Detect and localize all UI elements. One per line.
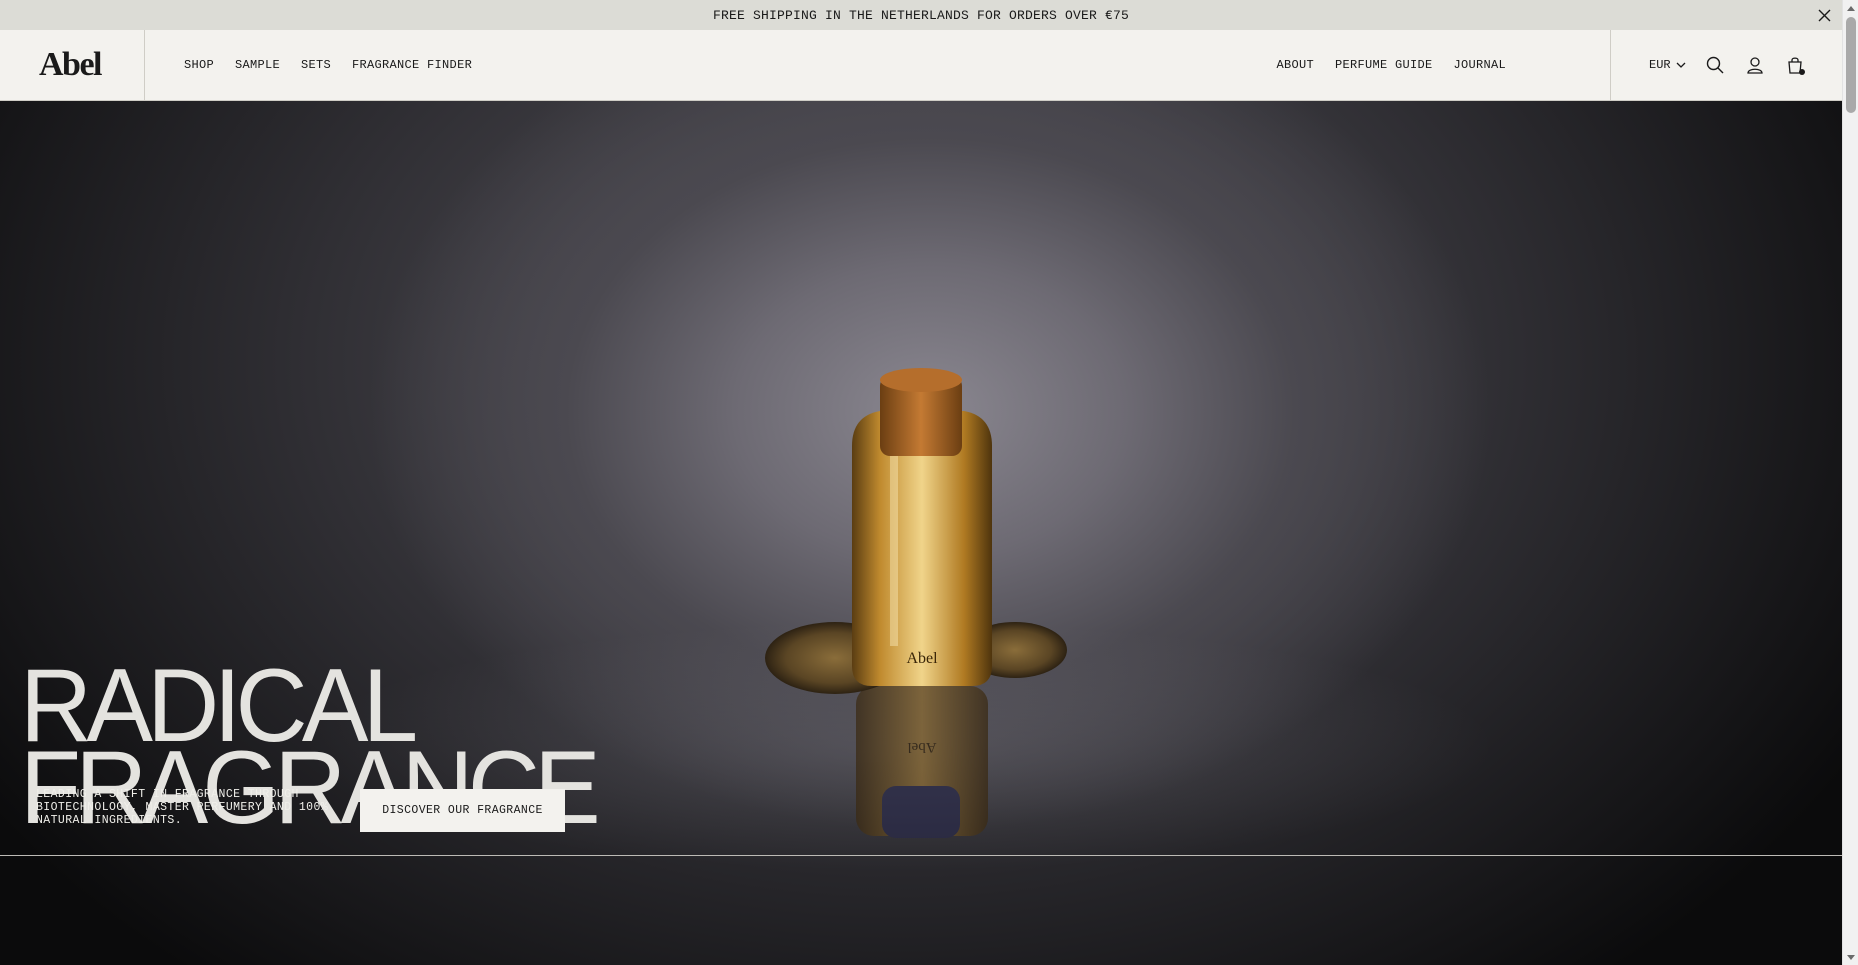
scroll-up-arrow-icon [1847,5,1855,11]
primary-nav: SHOP SAMPLE SETS FRAGRANCE FINDER [184,58,472,72]
nav-shop[interactable]: SHOP [184,58,214,72]
hero-divider [0,855,1842,856]
currency-label: EUR [1649,58,1671,72]
scroll-down-button[interactable] [1843,949,1858,965]
hero-section: Abel Abel RADICAL FRAGRANCE [0,101,1842,965]
cart-button[interactable] [1784,54,1806,76]
search-icon [1706,56,1724,74]
chevron-down-icon [1676,62,1686,68]
close-announcement-button[interactable] [1814,5,1834,25]
close-icon [1818,9,1830,21]
page-scrollbar[interactable] [1842,0,1858,965]
secondary-nav: ABOUT PERFUME GUIDE JOURNAL [1276,58,1506,72]
search-button[interactable] [1704,54,1726,76]
perfume-bottle-image: Abel Abel [760,266,1080,846]
currency-selector[interactable]: EUR [1649,58,1686,72]
site-header: Abel SHOP SAMPLE SETS FRAGRANCE FINDER A… [0,30,1842,101]
account-button[interactable] [1744,54,1766,76]
brand-logo[interactable]: Abel [39,46,103,84]
scroll-up-button[interactable] [1843,0,1858,16]
scroll-down-arrow-icon [1847,954,1855,960]
nav-about[interactable]: ABOUT [1276,58,1314,72]
perfume-bottle-illustration: Abel Abel [765,368,1067,838]
cart-indicator-dot [1798,69,1805,75]
nav-sample[interactable]: SAMPLE [235,58,280,72]
announcement-text: FREE SHIPPING IN THE NETHERLANDS FOR ORD… [712,7,1130,23]
nav-journal[interactable]: JOURNAL [1453,58,1506,72]
nav-fragrance-finder[interactable]: FRAGRANCE FINDER [352,58,472,72]
utility-nav: EUR [1610,30,1842,100]
nav-sets[interactable]: SETS [301,58,331,72]
account-icon [1746,56,1763,74]
logo-cell: Abel [0,30,145,100]
announcement-bar: FREE SHIPPING IN THE NETHERLANDS FOR ORD… [0,0,1842,30]
hero-tagline: LEADING A SHIFT IN FRAGRANCE THROUGH BIO… [36,788,329,827]
nav-perfume-guide[interactable]: PERFUME GUIDE [1335,58,1433,72]
bottle-reflection-label: Abel [907,739,936,755]
discover-fragrance-button[interactable]: DISCOVER OUR FRAGRANCE [360,789,565,832]
bottle-label: Abel [906,650,938,667]
scroll-thumb[interactable] [1846,17,1856,113]
